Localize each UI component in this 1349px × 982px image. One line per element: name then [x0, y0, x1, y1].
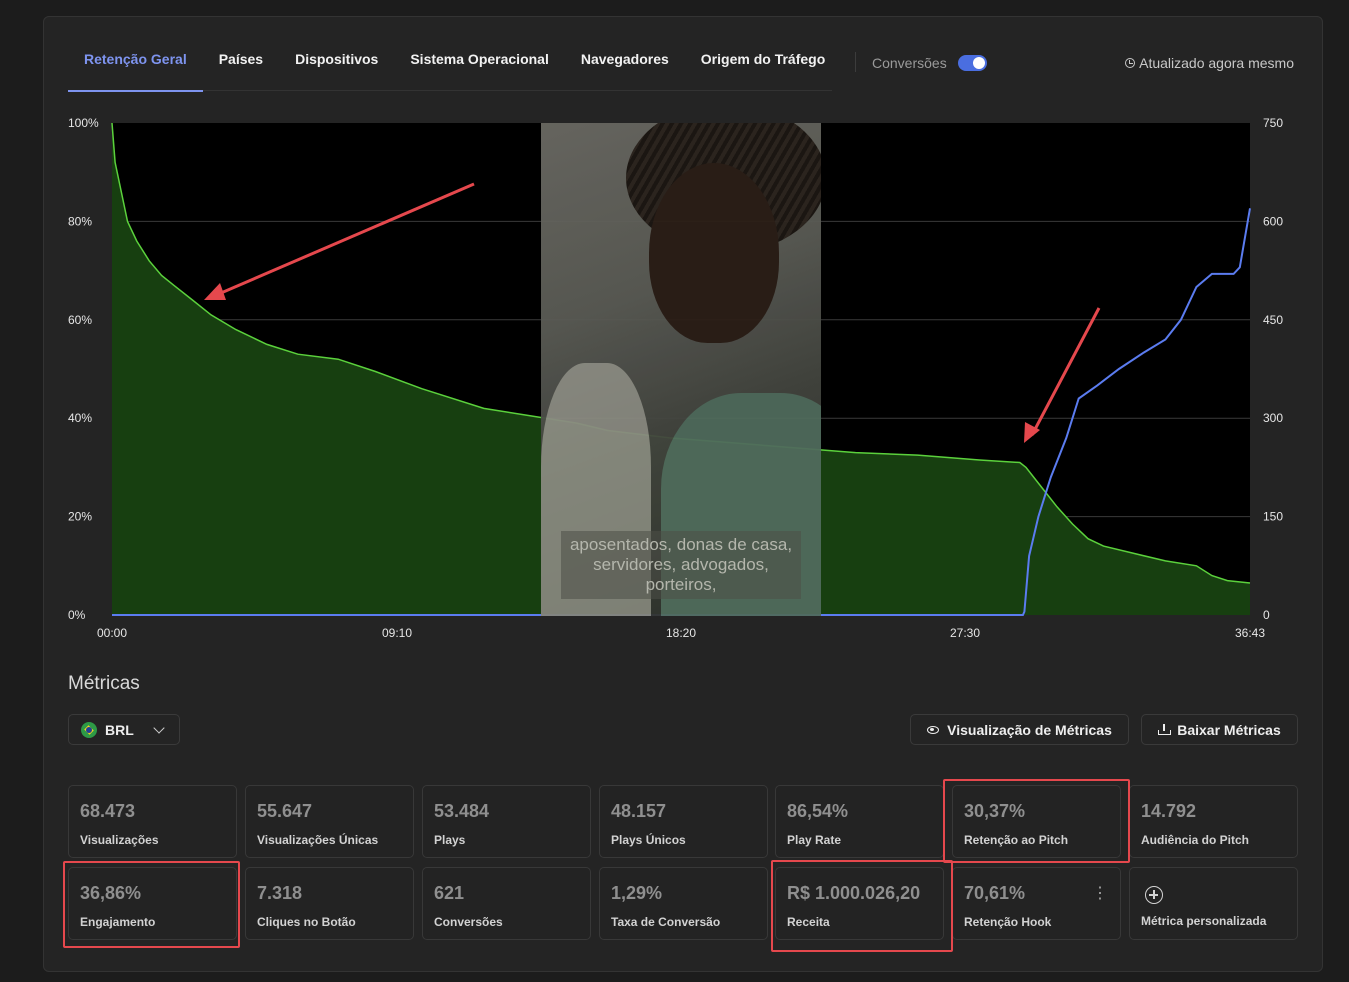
metric-label: Visualizações Únicas — [257, 833, 379, 847]
y-right-tick-label: 450 — [1263, 313, 1283, 327]
metric-value: 30,37% — [964, 801, 1026, 821]
download-metrics-button[interactable]: Baixar Métricas — [1141, 714, 1298, 745]
metric-label: Play Rate — [787, 833, 842, 847]
metric-card-taxa-conversao[interactable]: 1,29% Taxa de Conversão — [599, 867, 768, 940]
eye-icon — [927, 725, 940, 734]
y-right-tick-label: 750 — [1263, 116, 1283, 130]
metric-label: Retenção ao Pitch — [964, 833, 1069, 847]
x-tick-label: 09:10 — [382, 626, 412, 640]
currency-select[interactable]: BRL — [68, 714, 180, 745]
metric-label: Conversões — [434, 915, 503, 929]
metric-card-audiencia-pitch[interactable]: 14.792 Audiência do Pitch — [1129, 785, 1298, 858]
y-left-tick-label: 40% — [68, 411, 92, 425]
metric-value: 7.318 — [257, 883, 303, 903]
download-icon — [1158, 724, 1172, 735]
brazil-flag-icon — [81, 721, 97, 738]
metric-card-retencao-hook[interactable]: 70,61% Retenção Hook ⋮ — [952, 867, 1121, 940]
download-metrics-label: Baixar Métricas — [1177, 721, 1281, 738]
y-left-tick-label: 20% — [68, 510, 92, 524]
y-left-tick-label: 80% — [68, 214, 92, 228]
metric-label: Plays Únicos — [611, 833, 686, 847]
metric-label: Plays — [434, 833, 466, 847]
metric-card-visualizacoes-unicas[interactable]: 55.647 Visualizações Únicas — [245, 785, 414, 858]
custom-metric-card[interactable]: Métrica personalizada — [1129, 867, 1298, 940]
y-left-tick-label: 60% — [68, 313, 92, 327]
retention-panel: Retenção Geral Países Dispositivos Siste… — [43, 16, 1323, 972]
more-options-icon[interactable]: ⋮ — [1092, 883, 1108, 903]
metric-label: Visualizações — [80, 833, 159, 847]
plus-circle-icon — [1145, 886, 1163, 904]
y-right-tick-label: 0 — [1263, 608, 1270, 622]
metric-card-conversoes[interactable]: 621 Conversões — [422, 867, 591, 940]
y-left-tick-label: 0% — [68, 608, 86, 622]
metric-label: Retenção Hook — [964, 915, 1052, 929]
video-caption: aposentados, donas de casa, servidores, … — [561, 531, 801, 599]
currency-value: BRL — [105, 721, 134, 738]
metric-card-plays-unicos[interactable]: 48.157 Plays Únicos — [599, 785, 768, 858]
metric-value: 621 — [434, 883, 465, 903]
metric-value: 14.792 — [1141, 801, 1197, 821]
y-right-tick-label: 600 — [1263, 214, 1283, 228]
metric-card-play-rate[interactable]: 86,54% Play Rate — [775, 785, 944, 858]
view-metrics-button[interactable]: Visualização de Métricas — [910, 714, 1129, 745]
video-frame[interactable]: aposentados, donas de casa, servidores, … — [541, 123, 821, 616]
metric-value: 53.484 — [434, 801, 490, 821]
metric-card-visualizacoes[interactable]: 68.473 Visualizações — [68, 785, 237, 858]
metric-card-receita[interactable]: R$ 1.000.026,20 Receita — [775, 867, 944, 940]
metric-label: Audiência do Pitch — [1141, 833, 1250, 847]
metric-value: 48.157 — [611, 801, 667, 821]
metrics-title: Métricas — [68, 673, 140, 694]
metric-value: R$ 1.000.026,20 — [787, 883, 921, 903]
metric-label: Engajamento — [80, 915, 156, 929]
metric-label: Cliques no Botão — [257, 915, 356, 929]
metric-value: 36,86% — [80, 883, 142, 903]
metric-label: Taxa de Conversão — [611, 915, 721, 929]
metric-card-plays[interactable]: 53.484 Plays — [422, 785, 591, 858]
x-tick-label: 36:43 — [1235, 626, 1265, 640]
view-metrics-label: Visualização de Métricas — [947, 721, 1112, 738]
metric-value: 68.473 — [80, 801, 136, 821]
x-tick-label: 27:30 — [950, 626, 980, 640]
x-tick-label: 18:20 — [666, 626, 696, 640]
y-right-tick-label: 150 — [1263, 510, 1283, 524]
metric-card-retencao-pitch[interactable]: 30,37% Retenção ao Pitch — [952, 785, 1121, 858]
metric-card-engajamento[interactable]: 36,86% Engajamento — [68, 867, 237, 940]
metric-value: 55.647 — [257, 801, 313, 821]
chevron-down-icon — [153, 722, 165, 734]
x-tick-label: 00:00 — [97, 626, 127, 640]
metric-label: Receita — [787, 915, 830, 929]
metric-value: 86,54% — [787, 801, 849, 821]
metric-value: 1,29% — [611, 883, 663, 903]
custom-metric-label: Métrica personalizada — [1141, 914, 1267, 928]
metric-card-cliques-botao[interactable]: 7.318 Cliques no Botão — [245, 867, 414, 940]
y-right-tick-label: 300 — [1263, 411, 1283, 425]
video-figure-head — [649, 163, 779, 343]
y-left-tick-label: 100% — [68, 116, 99, 130]
metric-value: 70,61% — [964, 883, 1026, 903]
